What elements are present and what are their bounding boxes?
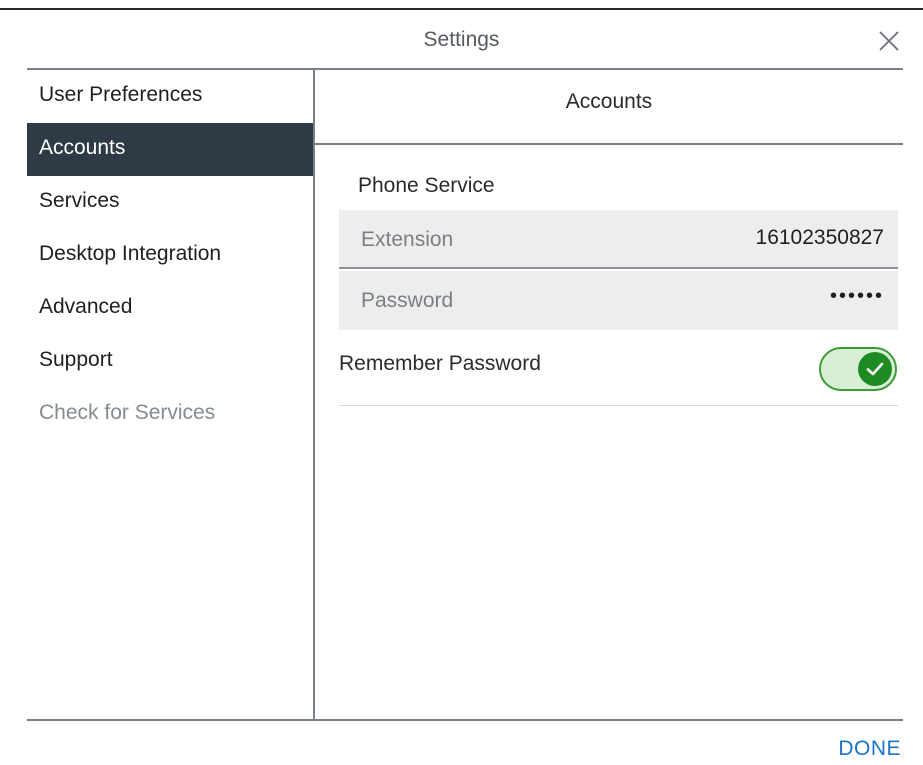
toggle-knob: [858, 352, 892, 386]
title-bar: Settings: [0, 10, 923, 68]
sidebar-item-accounts[interactable]: Accounts: [27, 123, 314, 176]
accounts-panel: Accounts Phone Service Extension 1610235…: [315, 70, 903, 719]
password-value[interactable]: ••••••: [830, 285, 884, 308]
settings-window: Settings User Preferences Accounts Servi…: [0, 0, 923, 765]
extension-value[interactable]: 16102350827: [756, 226, 884, 250]
footer-divider: [27, 719, 903, 721]
settings-sidebar: User Preferences Accounts Services Deskt…: [27, 70, 314, 720]
panel-title: Accounts: [565, 90, 653, 113]
remember-password-toggle[interactable]: [819, 347, 897, 391]
sidebar-item-advanced[interactable]: Advanced: [27, 282, 314, 335]
sidebar-item-services[interactable]: Services: [27, 176, 314, 229]
remember-divider: [339, 405, 898, 406]
sidebar-item-check-for-services[interactable]: Check for Services: [27, 388, 314, 441]
check-icon: [866, 362, 884, 376]
window-title: Settings: [423, 28, 500, 51]
extension-field[interactable]: Extension 16102350827: [339, 210, 898, 269]
password-field[interactable]: Password ••••••: [339, 271, 898, 330]
sidebar-item-desktop-integration[interactable]: Desktop Integration: [27, 229, 314, 282]
extension-label: Extension: [361, 228, 454, 251]
password-label: Password: [361, 289, 454, 312]
remember-password-label: Remember Password: [339, 352, 541, 375]
close-icon: [879, 31, 899, 51]
section-label-phone-service: Phone Service: [358, 174, 495, 197]
done-button[interactable]: DONE: [838, 737, 901, 761]
panel-title-divider: [315, 143, 903, 145]
close-button[interactable]: [876, 28, 902, 54]
sidebar-item-user-preferences[interactable]: User Preferences: [27, 70, 314, 123]
sidebar-item-support[interactable]: Support: [27, 335, 314, 388]
